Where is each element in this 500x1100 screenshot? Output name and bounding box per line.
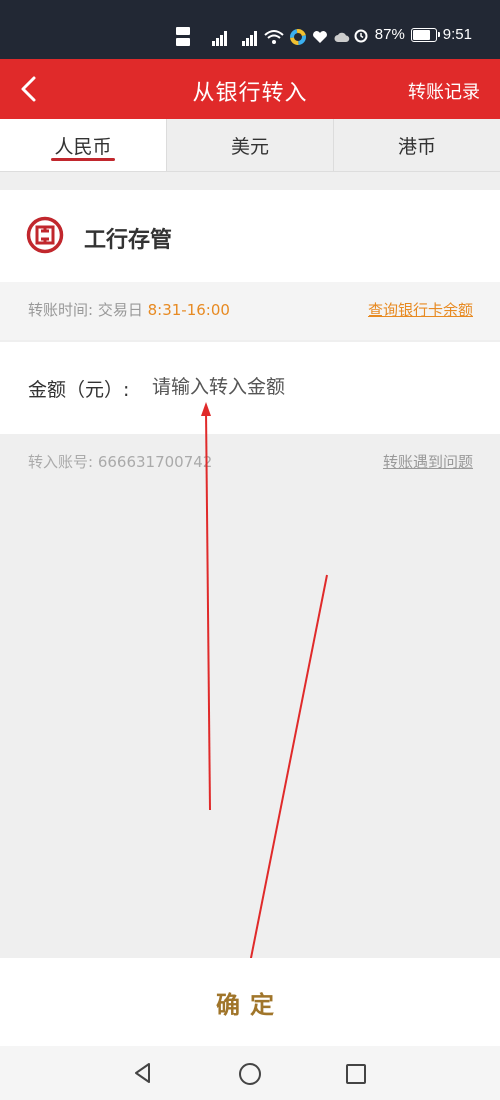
signal-5g-icon (212, 31, 227, 46)
nav-home-icon[interactable] (238, 1062, 262, 1086)
nav-back-icon[interactable] (132, 1062, 154, 1084)
battery-icon (410, 27, 440, 42)
heart-icon (313, 31, 327, 43)
nav-recents-icon[interactable] (345, 1063, 367, 1085)
hd-icon (176, 27, 190, 46)
transfer-time: 转账时间: 交易日 8:31-16:00 (28, 299, 230, 320)
tab-usd[interactable]: 美元 (166, 119, 333, 171)
icbc-logo-icon (26, 216, 64, 254)
amount-label: 金额（元）: (28, 379, 130, 401)
status-bar: 87% 9:51 (0, 0, 500, 59)
alarm-icon (354, 29, 368, 42)
transfer-time-label: 转账时间: 交易日 (28, 301, 143, 319)
query-balance-link[interactable]: 查询银行卡余额 (368, 299, 473, 320)
status-right: 87% 9:51 (353, 26, 472, 43)
system-nav-bar (0, 1046, 500, 1100)
battery-level (412, 29, 430, 40)
tab-label: 港币 (397, 135, 436, 158)
battery-percent: 87% (374, 26, 405, 43)
tab-rmb[interactable]: 人民币 (0, 119, 166, 171)
tab-label: 美元 (230, 135, 269, 158)
amount-input[interactable] (152, 371, 452, 403)
app-header: 从银行转入 转账记录 (0, 59, 500, 119)
wifi-icon (264, 30, 284, 44)
status-icons (176, 24, 350, 50)
transfer-problem-link[interactable]: 转账遇到问题 (383, 451, 473, 472)
transfer-account: 转入账号: 666631700742 (28, 453, 213, 471)
bank-card: 工行存管 (0, 190, 500, 282)
cloud-icon (334, 32, 350, 42)
app-color-icon (290, 29, 306, 45)
tab-label: 人民币 (54, 135, 112, 158)
clock: 9:51 (442, 26, 472, 43)
bank-name: 工行存管 (84, 228, 173, 253)
transfer-time-bar: 转账时间: 交易日 8:31-16:00 查询银行卡余额 (0, 282, 500, 340)
transfer-records-link[interactable]: 转账记录 (408, 78, 480, 104)
transfer-time-value: 8:31-16:00 (147, 301, 230, 319)
active-tab-indicator (51, 158, 115, 161)
annotation-arrow-down (248, 574, 328, 969)
currency-tabs: 人民币 美元 港币 (0, 119, 500, 172)
amount-row: 金额（元）: (0, 342, 500, 434)
confirm-button[interactable]: 确定 (0, 958, 500, 1046)
signal-4g-icon (242, 31, 257, 46)
confirm-label: 确定 (216, 990, 284, 1019)
tab-hkd[interactable]: 港币 (333, 119, 500, 171)
